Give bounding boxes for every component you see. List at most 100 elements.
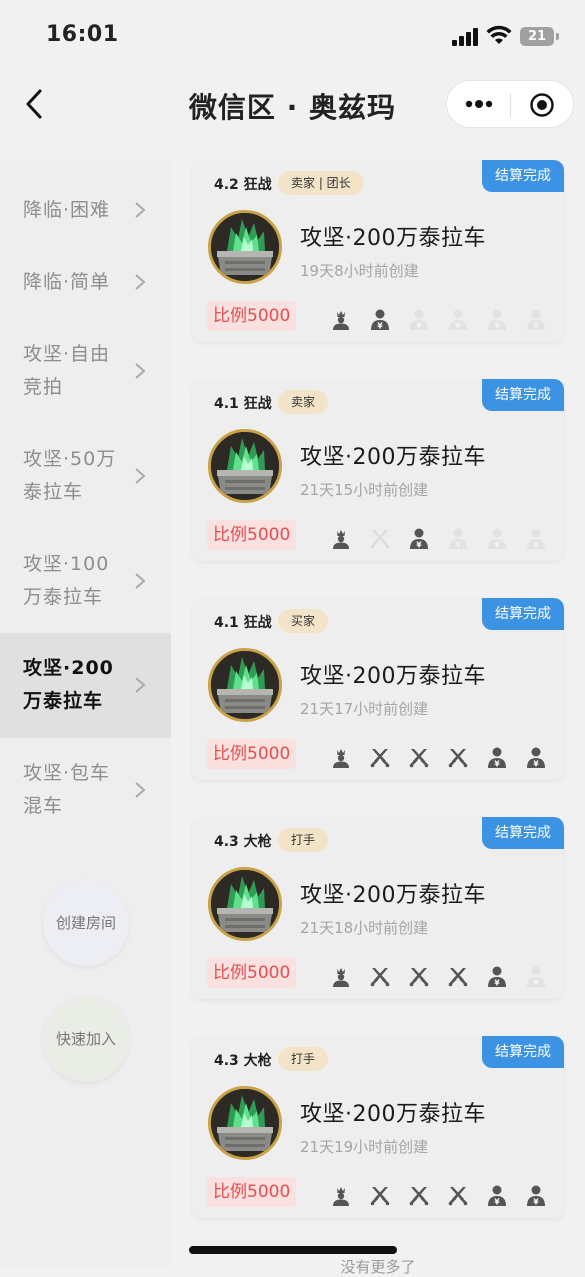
yen-person-icon: ¥ xyxy=(525,1184,547,1208)
settlement-status-badge: 结算完成 xyxy=(482,379,564,411)
svg-text:¥: ¥ xyxy=(533,979,539,988)
role-tag: 卖家 xyxy=(278,390,329,414)
category-sidebar: 降临·困难 降临·简单 攻坚·自由竞拍 攻坚·50万泰拉车 攻坚·100万泰拉车… xyxy=(0,160,171,1266)
created-time: 21天17小时前创建 xyxy=(300,700,429,718)
chevron-right-icon xyxy=(135,573,146,589)
svg-text:¥: ¥ xyxy=(377,322,383,331)
empty-swords-icon xyxy=(369,527,391,551)
svg-text:¥: ¥ xyxy=(494,760,500,769)
sidebar-item-label: 攻坚·包车混车 xyxy=(23,762,111,817)
chevron-right-icon xyxy=(135,202,146,218)
empty-seat-icon: ¥ xyxy=(408,308,430,332)
ratio-badge: 比例5000 xyxy=(207,1177,297,1207)
svg-text:¥: ¥ xyxy=(494,541,500,550)
crossed-swords-icon xyxy=(447,746,469,770)
ratio-badge: 比例5000 xyxy=(207,958,297,988)
room-card[interactable]: 结算完成 4.3 大枪 打手 攻坚·200万泰拉车 21天19小时前创建 比例5000 ¥ ¥ xyxy=(192,1036,564,1218)
ratio-badge: 比例5000 xyxy=(207,301,297,331)
cellular-signal-icon xyxy=(452,28,480,46)
empty-seat-icon: ¥ xyxy=(525,527,547,551)
room-card[interactable]: 结算完成 4.3 大枪 打手 攻坚·200万泰拉车 21天18小时前创建 比例5000 ¥ ¥ xyxy=(192,817,564,999)
room-avatar xyxy=(208,1086,282,1160)
close-miniprogram-icon[interactable] xyxy=(529,92,555,118)
player-level: 4.1 狂战 xyxy=(214,396,272,412)
empty-seat-icon: ¥ xyxy=(447,527,469,551)
svg-text:¥: ¥ xyxy=(533,1198,539,1207)
role-tag: 打手 xyxy=(278,1047,329,1071)
room-name: 攻坚·200万泰拉车 xyxy=(300,664,486,689)
sidebar-item-assault-auction[interactable]: 攻坚·自由竞拍 xyxy=(0,328,171,433)
player-level: 4.2 狂战 xyxy=(214,177,272,193)
sidebar-item-label: 攻坚·自由竞拍 xyxy=(23,343,111,398)
svg-text:¥: ¥ xyxy=(494,979,500,988)
svg-text:¥: ¥ xyxy=(416,541,422,550)
svg-text:¥: ¥ xyxy=(533,760,539,769)
player-level: 4.3 大枪 xyxy=(214,1053,272,1069)
sidebar-item-label: 攻坚·50万泰拉车 xyxy=(23,448,117,503)
status-time: 16:01 xyxy=(46,22,119,47)
room-list: 结算完成 4.2 狂战 卖家 | 团长攻坚·200万泰拉车 19天8小时前创建比例50… xyxy=(171,150,585,1266)
room-avatar xyxy=(208,210,282,284)
role-tag: 卖家 | 团长 xyxy=(278,171,364,195)
created-time: 21天18小时前创建 xyxy=(300,919,429,937)
crown-person-icon xyxy=(330,1184,352,1208)
crown-person-icon xyxy=(330,308,352,332)
crossed-swords-icon xyxy=(408,1184,430,1208)
sidebar-item-descent-hard[interactable]: 降临·困难 xyxy=(0,160,171,260)
yen-person-icon: ¥ xyxy=(486,1184,508,1208)
svg-text:¥: ¥ xyxy=(533,322,539,331)
settlement-status-badge: 结算完成 xyxy=(482,160,564,192)
sidebar-item-assault-100w[interactable]: 攻坚·100万泰拉车 xyxy=(0,538,171,633)
created-time: 21天19小时前创建 xyxy=(300,1138,429,1156)
created-time: 19天8小时前创建 xyxy=(300,262,419,280)
ratio-badge: 比例5000 xyxy=(207,520,297,550)
room-card[interactable]: 结算完成 4.2 狂战 卖家 | 团长攻坚·200万泰拉车 19天8小时前创建比例50… xyxy=(192,160,564,342)
sidebar-item-label: 攻坚·100万泰拉车 xyxy=(23,553,110,608)
room-name: 攻坚·200万泰拉车 xyxy=(300,226,486,251)
room-name: 攻坚·200万泰拉车 xyxy=(300,445,486,470)
quick-join-button[interactable]: 快速加入 xyxy=(43,996,129,1082)
chevron-right-icon xyxy=(135,468,146,484)
more-icon[interactable] xyxy=(464,94,494,114)
chevron-right-icon xyxy=(135,782,146,798)
crossed-swords-icon xyxy=(408,965,430,989)
room-name: 攻坚·200万泰拉车 xyxy=(300,1102,486,1127)
room-card[interactable]: 结算完成 4.1 狂战 买家 攻坚·200万泰拉车 21天17小时前创建 比例5000 ¥ ¥ xyxy=(192,598,564,780)
crossed-swords-icon xyxy=(369,746,391,770)
crown-person-icon xyxy=(330,965,352,989)
player-level: 4.3 大枪 xyxy=(214,834,272,850)
yen-person-icon: ¥ xyxy=(408,527,430,551)
chevron-right-icon xyxy=(135,363,146,379)
empty-seat-icon: ¥ xyxy=(447,308,469,332)
crossed-swords-icon xyxy=(369,965,391,989)
svg-text:¥: ¥ xyxy=(416,322,422,331)
crown-person-icon xyxy=(330,527,352,551)
chevron-right-icon xyxy=(135,274,146,290)
settlement-status-badge: 结算完成 xyxy=(482,817,564,849)
svg-text:¥: ¥ xyxy=(494,1198,500,1207)
sidebar-item-label: 降临·困难 xyxy=(23,199,111,221)
sidebar-item-assault-50w[interactable]: 攻坚·50万泰拉车 xyxy=(0,433,171,538)
room-name: 攻坚·200万泰拉车 xyxy=(300,883,486,908)
crown-person-icon xyxy=(330,746,352,770)
yen-person-icon: ¥ xyxy=(486,965,508,989)
ratio-badge: 比例5000 xyxy=(207,739,297,769)
empty-seat-icon: ¥ xyxy=(486,308,508,332)
svg-text:¥: ¥ xyxy=(455,541,461,550)
yen-person-icon: ¥ xyxy=(369,308,391,332)
room-card[interactable]: 结算完成 4.1 狂战 卖家 攻坚·200万泰拉车 21天15小时前创建 比例5000 ¥ ¥… xyxy=(192,379,564,561)
crossed-swords-icon xyxy=(408,746,430,770)
sidebar-item-label: 攻坚·200万泰拉车 xyxy=(23,657,114,712)
create-room-button[interactable]: 创建房间 xyxy=(43,880,129,966)
crossed-swords-icon xyxy=(447,1184,469,1208)
sidebar-item-assault-mixed[interactable]: 攻坚·包车混车 xyxy=(0,738,171,843)
crossed-swords-icon xyxy=(447,965,469,989)
wifi-icon xyxy=(486,25,512,44)
empty-seat-icon: ¥ xyxy=(525,308,547,332)
svg-text:¥: ¥ xyxy=(533,541,539,550)
mini-program-capsule xyxy=(446,80,574,128)
capsule-divider xyxy=(510,93,511,117)
no-more-text: 没有更多了 xyxy=(340,1258,416,1276)
battery-icon: 21 xyxy=(520,27,554,46)
sidebar-item-assault-200w[interactable]: 攻坚·200万泰拉车 xyxy=(0,633,171,738)
